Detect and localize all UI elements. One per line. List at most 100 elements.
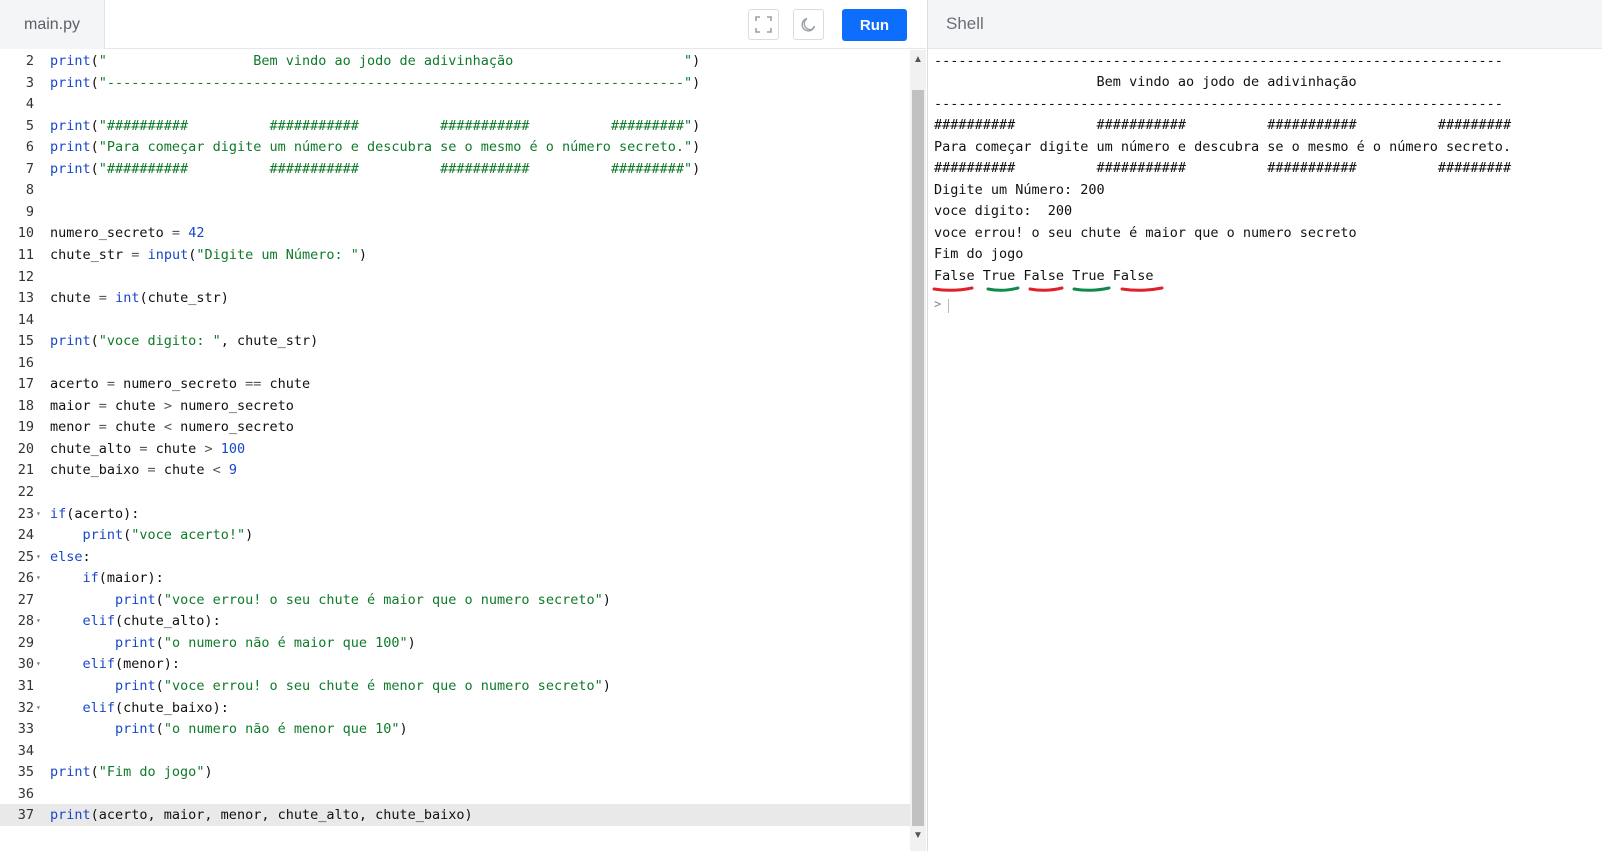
code-text: elif(chute_alto):: [82, 613, 221, 630]
code-line[interactable]: 21 chute_baixo = chute < 9: [0, 459, 910, 481]
line-number: 33: [17, 721, 34, 738]
code-line[interactable]: 2 print(" Bem vindo ao jodo de adivinhaçã…: [0, 50, 910, 72]
code-editor[interactable]: 2 print(" Bem vindo ao jodo de adivinhaçã…: [0, 50, 910, 851]
fold-arrow-icon[interactable]: ▾: [36, 653, 41, 675]
code-line[interactable]: 17 acerto = numero_secreto == chute: [0, 373, 910, 395]
editor-pane: main.py Run 2 print(" Bem vindo ao jodo d…: [0, 0, 926, 851]
underline-mark: [1120, 286, 1164, 292]
code-text: chute = int(chute_str): [50, 290, 229, 307]
code-line[interactable]: 4: [0, 93, 910, 115]
code-line[interactable]: 34: [0, 740, 910, 762]
underline-mark: [1028, 286, 1064, 292]
code-line[interactable]: 6 print("Para começar digite um número e …: [0, 136, 910, 158]
code-line[interactable]: 30 ▾ elif(menor):: [0, 653, 910, 675]
line-number: 18: [17, 397, 34, 414]
code-line[interactable]: 33 print("o numero não é menor que 10"): [0, 718, 910, 740]
code-line[interactable]: 16: [0, 352, 910, 374]
code-line[interactable]: 23 ▾ if(acerto):: [0, 503, 910, 525]
code-line[interactable]: 14: [0, 309, 910, 331]
shell-input-cursor[interactable]: [948, 299, 949, 313]
code-line[interactable]: 25 ▾ else:: [0, 546, 910, 568]
code-line[interactable]: 28 ▾ elif(chute_alto):: [0, 610, 910, 632]
shell-output-line: Fim do jogo: [934, 246, 1024, 262]
line-number: 3: [25, 74, 34, 91]
hand-drawn-underlines: [932, 286, 1164, 292]
editor-scrollbar[interactable]: ▲ ▼: [910, 50, 926, 851]
fold-arrow-icon[interactable]: ▾: [36, 610, 41, 632]
code-line[interactable]: 10 numero_secreto = 42: [0, 222, 910, 244]
code-text: chute_baixo = chute < 9: [50, 462, 238, 479]
line-number: 32: [17, 699, 34, 716]
line-number: 35: [17, 764, 34, 781]
code-line[interactable]: 19 menor = chute < numero_secreto: [0, 416, 910, 438]
theme-toggle-button[interactable]: [793, 9, 824, 40]
code-text: maior = chute > numero_secreto: [50, 397, 294, 414]
line-number: 24: [17, 527, 34, 544]
line-number: 7: [25, 160, 34, 177]
code-line[interactable]: 20 chute_alto = chute > 100: [0, 438, 910, 460]
code-line[interactable]: 8: [0, 179, 910, 201]
code-line[interactable]: 31 print("voce errou! o seu chute é meno…: [0, 675, 910, 697]
code-text: print("Fim do jogo"): [50, 764, 213, 781]
line-number: 5: [25, 117, 34, 134]
code-line[interactable]: 35 print("Fim do jogo"): [0, 761, 910, 783]
code-line[interactable]: 18 maior = chute > numero_secreto: [0, 395, 910, 417]
code-text: print("voce digito: ", chute_str): [50, 333, 319, 350]
scrollbar-thumb[interactable]: [912, 90, 924, 826]
code-text: print("########## ########### ##########…: [50, 160, 701, 177]
underline-mark: [1072, 286, 1111, 292]
code-text: print("########## ########### ##########…: [50, 117, 701, 134]
code-text: elif(chute_baixo):: [82, 699, 229, 716]
code-line[interactable]: 12: [0, 266, 910, 288]
line-number: 36: [17, 785, 34, 802]
line-number: 37: [17, 807, 34, 824]
line-number: 6: [25, 139, 34, 156]
code-text: print(" Bem vindo ao jodo de adivinhação…: [50, 53, 701, 69]
code-line[interactable]: 26 ▾ if(maior):: [0, 567, 910, 589]
run-button[interactable]: Run: [842, 9, 907, 41]
line-number: 10: [17, 225, 34, 242]
line-number: 21: [17, 462, 34, 479]
shell-output-line: voce errou! o seu chute é maior que o nu…: [934, 225, 1357, 241]
file-tab-main-py[interactable]: main.py: [0, 0, 105, 49]
shell-output-line: Digite um Número: 200: [934, 182, 1105, 198]
code-line[interactable]: 9: [0, 201, 910, 223]
editor-header: main.py Run: [0, 0, 926, 49]
scroll-down-arrow-icon[interactable]: ▼: [913, 830, 923, 841]
code-line[interactable]: 36: [0, 783, 910, 805]
shell-output-line: ----------------------------------------…: [934, 53, 1503, 69]
code-line[interactable]: 15 print("voce digito: ", chute_str): [0, 330, 910, 352]
code-line[interactable]: 3 print("--------------------------------…: [0, 72, 910, 94]
code-line[interactable]: 13 chute = int(chute_str): [0, 287, 910, 309]
fold-arrow-icon[interactable]: ▾: [36, 567, 41, 589]
shell-pane: Shell ----------------------------------…: [927, 0, 1602, 851]
code-text: numero_secreto = 42: [50, 225, 205, 242]
code-text: menor = chute < numero_secreto: [50, 419, 294, 436]
line-number: 16: [17, 354, 34, 371]
code-line[interactable]: 37 print(acerto, maior, menor, chute_alto…: [0, 804, 910, 827]
code-text: print("o numero não é menor que 10"): [115, 721, 408, 738]
code-line[interactable]: 11 chute_str = input("Digite um Número: "…: [0, 244, 910, 266]
code-text: print("voce errou! o seu chute é menor q…: [115, 677, 611, 694]
scroll-up-arrow-icon[interactable]: ▲: [913, 54, 923, 65]
shell-output-line: voce digito: 200: [934, 203, 1073, 219]
code-line[interactable]: 5 print("########## ########### #########…: [0, 115, 910, 137]
code-line[interactable]: 27 print("voce errou! o seu chute é maio…: [0, 589, 910, 611]
shell-prompt-icon: >: [934, 297, 942, 311]
code-line[interactable]: 24 print("voce acerto!"): [0, 524, 910, 546]
fullscreen-button[interactable]: [748, 9, 779, 40]
code-line[interactable]: 7 print("########## ########### #########…: [0, 158, 910, 180]
fold-arrow-icon[interactable]: ▾: [36, 546, 41, 568]
line-number: 2: [25, 53, 34, 69]
code-line[interactable]: 22: [0, 481, 910, 503]
code-line[interactable]: 32 ▾ elif(chute_baixo):: [0, 697, 910, 719]
shell-title: Shell: [946, 14, 984, 33]
line-number: 34: [17, 742, 34, 759]
line-number: 9: [25, 203, 34, 220]
fold-arrow-icon[interactable]: ▾: [36, 503, 41, 525]
line-number: 28: [17, 613, 34, 630]
fold-arrow-icon[interactable]: ▾: [36, 697, 41, 719]
code-line[interactable]: 29 print("o numero não é maior que 100"): [0, 632, 910, 654]
line-number: 26: [17, 570, 34, 587]
code-text: chute_str = input("Digite um Número: "): [50, 246, 368, 263]
